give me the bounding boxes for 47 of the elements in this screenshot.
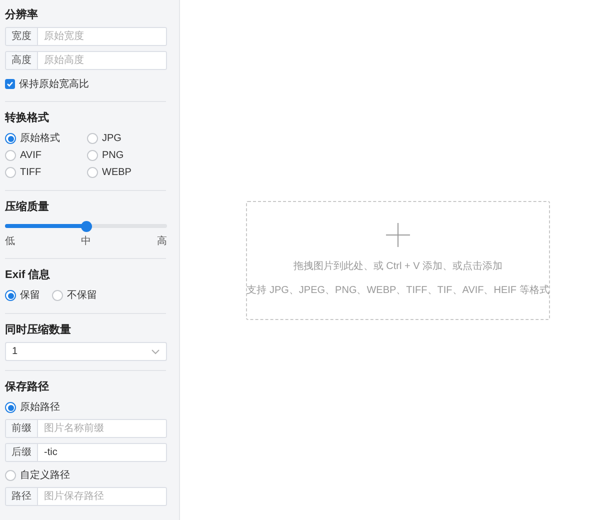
field-label: 宽度: [6, 28, 38, 45]
radio-label: AVIF: [20, 149, 42, 163]
radio-label: 保留: [20, 289, 40, 303]
section-title: Exif 信息: [5, 268, 52, 282]
radio-button[interactable]: [87, 167, 98, 178]
section-title: 保存路径: [5, 380, 50, 394]
drop-hint: 拖拽图片到此处、或 Ctrl + V 添加、或点击添加: [293, 260, 503, 274]
section-title: 分辨率: [5, 8, 39, 22]
radio-button[interactable]: [5, 290, 16, 301]
radio-label: 自定义路径: [20, 468, 70, 483]
slider-mark: 低: [5, 235, 15, 249]
field-label: 前缀: [6, 420, 38, 437]
radio-button[interactable]: [87, 133, 98, 144]
radio-button[interactable]: [5, 470, 16, 481]
checkbox[interactable]: [5, 79, 15, 89]
input-field[interactable]: 前缀 图片名称前缀: [5, 419, 167, 438]
section-title: 同时压缩数量: [5, 323, 72, 337]
input-field[interactable]: 高度 原始高度: [5, 51, 167, 70]
slider-mark: 高: [157, 234, 167, 249]
radio-label: JPG: [102, 132, 122, 146]
slider-mark: 中: [81, 234, 91, 249]
field-label: 后缀: [6, 444, 38, 461]
radio-button[interactable]: [5, 133, 16, 144]
checkbox-label: 保持原始宽高比: [19, 78, 89, 92]
chevron-down-icon: [151, 348, 160, 354]
radio-button[interactable]: [5, 402, 16, 413]
radio-button[interactable]: [5, 150, 16, 161]
radio-button[interactable]: [5, 167, 16, 178]
radio-label: PNG: [102, 149, 124, 163]
input-field[interactable]: 路径 图片保存路径: [5, 487, 167, 506]
plus-icon: [386, 222, 410, 246]
radio-button[interactable]: [52, 290, 63, 301]
radio-label: WEBP: [102, 166, 132, 180]
quality-slider[interactable]: [5, 219, 167, 233]
radio-button[interactable]: [87, 150, 98, 161]
field-label: 路径: [6, 488, 38, 505]
section-title: 压缩质量: [5, 200, 50, 214]
radio-label: TIFF: [20, 166, 42, 180]
section-title: 转换格式: [5, 111, 50, 125]
supported-formats: 支持 JPG、JPEG、PNG、WEBP、TIFF、TIF、AVIF、HEIF 等格式: [246, 284, 550, 298]
input-field[interactable]: 宽度 原始宽度: [5, 27, 167, 46]
radio-label: 不保留: [67, 289, 97, 303]
radio-label: 原始路径: [20, 401, 60, 415]
field-label: 高度: [6, 52, 38, 69]
input-field[interactable]: 后缀 -tic: [5, 443, 167, 462]
radio-label: 原始格式: [20, 132, 60, 146]
count-select[interactable]: 1: [5, 342, 167, 361]
